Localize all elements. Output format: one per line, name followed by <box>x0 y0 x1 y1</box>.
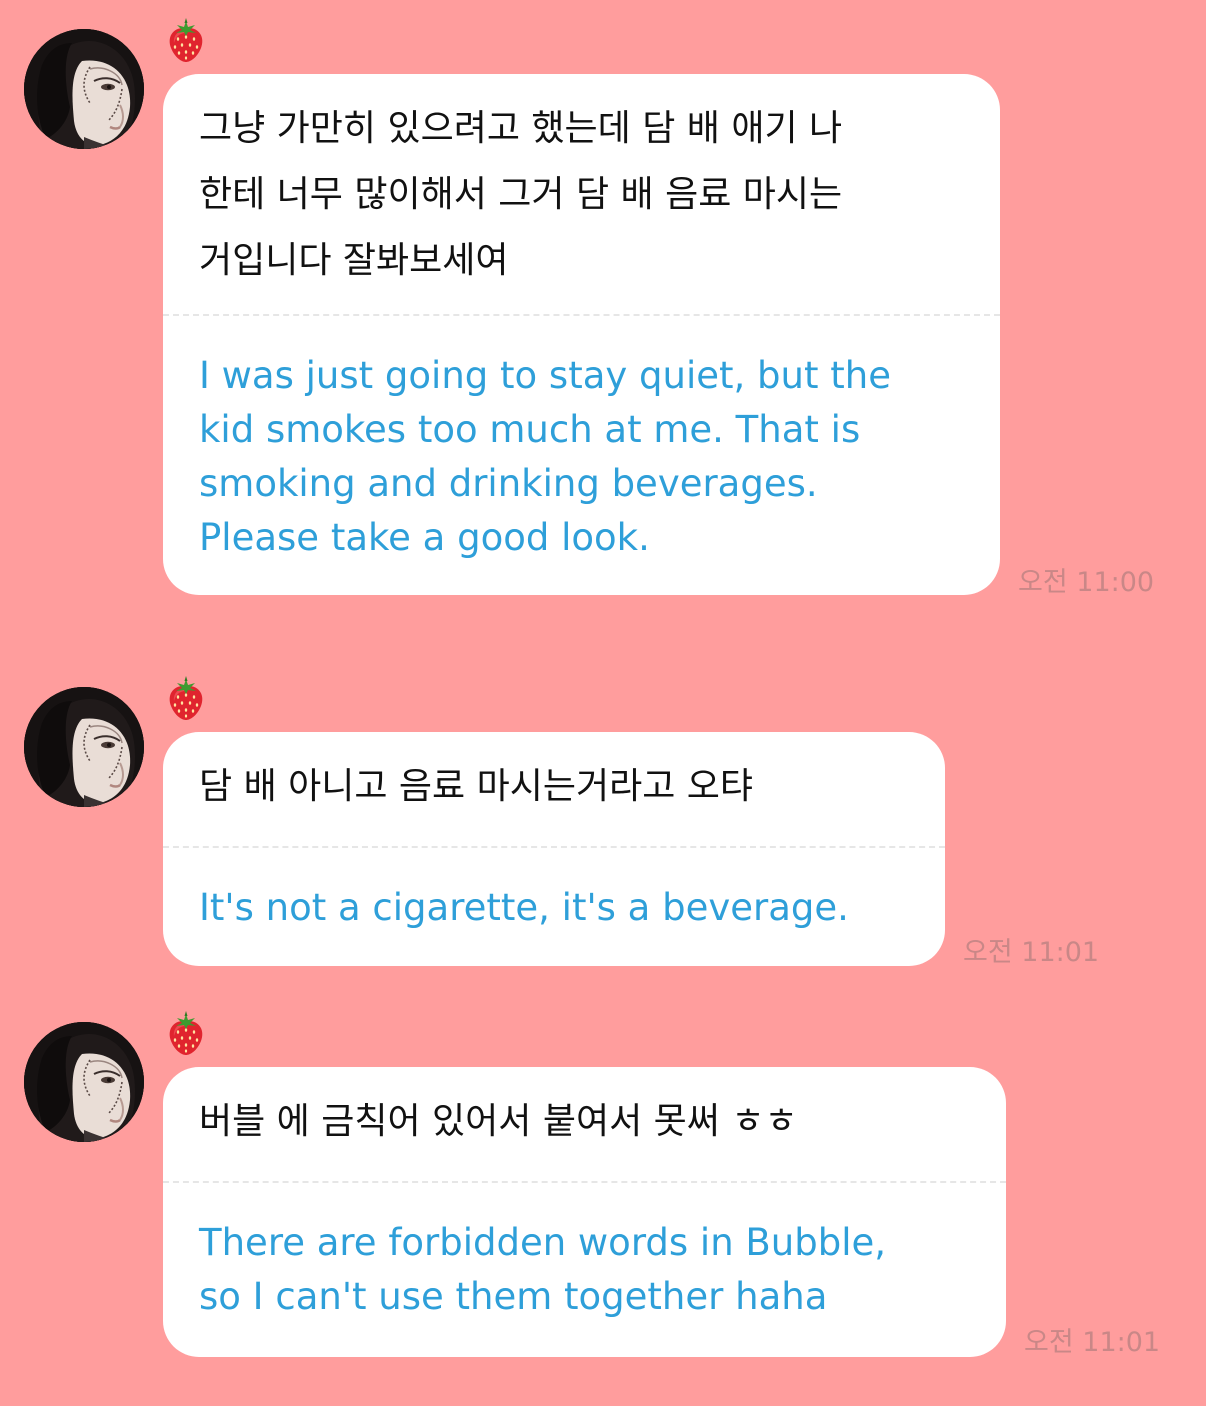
strawberry-icon <box>166 18 206 62</box>
avatar[interactable] <box>24 687 144 807</box>
original-text: 버블 에 금칙어 있어서 붙여서 못써 ㅎㅎ <box>199 1101 798 1142</box>
translation-text: It's not a cigarette, it's a beverage. <box>199 886 849 929</box>
message-bubble[interactable]: 담 배 아니고 음료 마시는거라고 오탸 It's not a cigarett… <box>163 732 945 966</box>
translation-divider <box>163 846 945 848</box>
translation-text: There are forbidden words in Bubble, so … <box>199 1221 887 1318</box>
message-bubble[interactable]: 버블 에 금칙어 있어서 붙여서 못써 ㅎㅎ There are forbidd… <box>163 1067 1006 1357</box>
translation-divider <box>163 314 1000 316</box>
timestamp: 오전 11:01 <box>963 937 1100 968</box>
translation-text: I was just going to stay quiet, but the … <box>199 354 891 559</box>
translation-divider <box>163 1181 1006 1183</box>
chat-screen: { "colors": { "background": "#FF9D9D", "… <box>0 0 1206 1406</box>
original-text: 담 배 아니고 음료 마시는거라고 오탸 <box>199 766 754 807</box>
strawberry-icon <box>166 1011 206 1055</box>
avatar[interactable] <box>24 29 144 149</box>
timestamp: 오전 11:00 <box>1018 567 1155 598</box>
original-text: 그냥 가만히 있으려고 했는데 담 배 애기 나 한테 너무 많이해서 그거 담… <box>199 108 843 281</box>
strawberry-icon <box>166 676 206 720</box>
avatar[interactable] <box>24 1022 144 1142</box>
message-bubble[interactable]: 그냥 가만히 있으려고 했는데 담 배 애기 나 한테 너무 많이해서 그거 담… <box>163 74 1000 595</box>
timestamp: 오전 11:01 <box>1024 1327 1161 1358</box>
